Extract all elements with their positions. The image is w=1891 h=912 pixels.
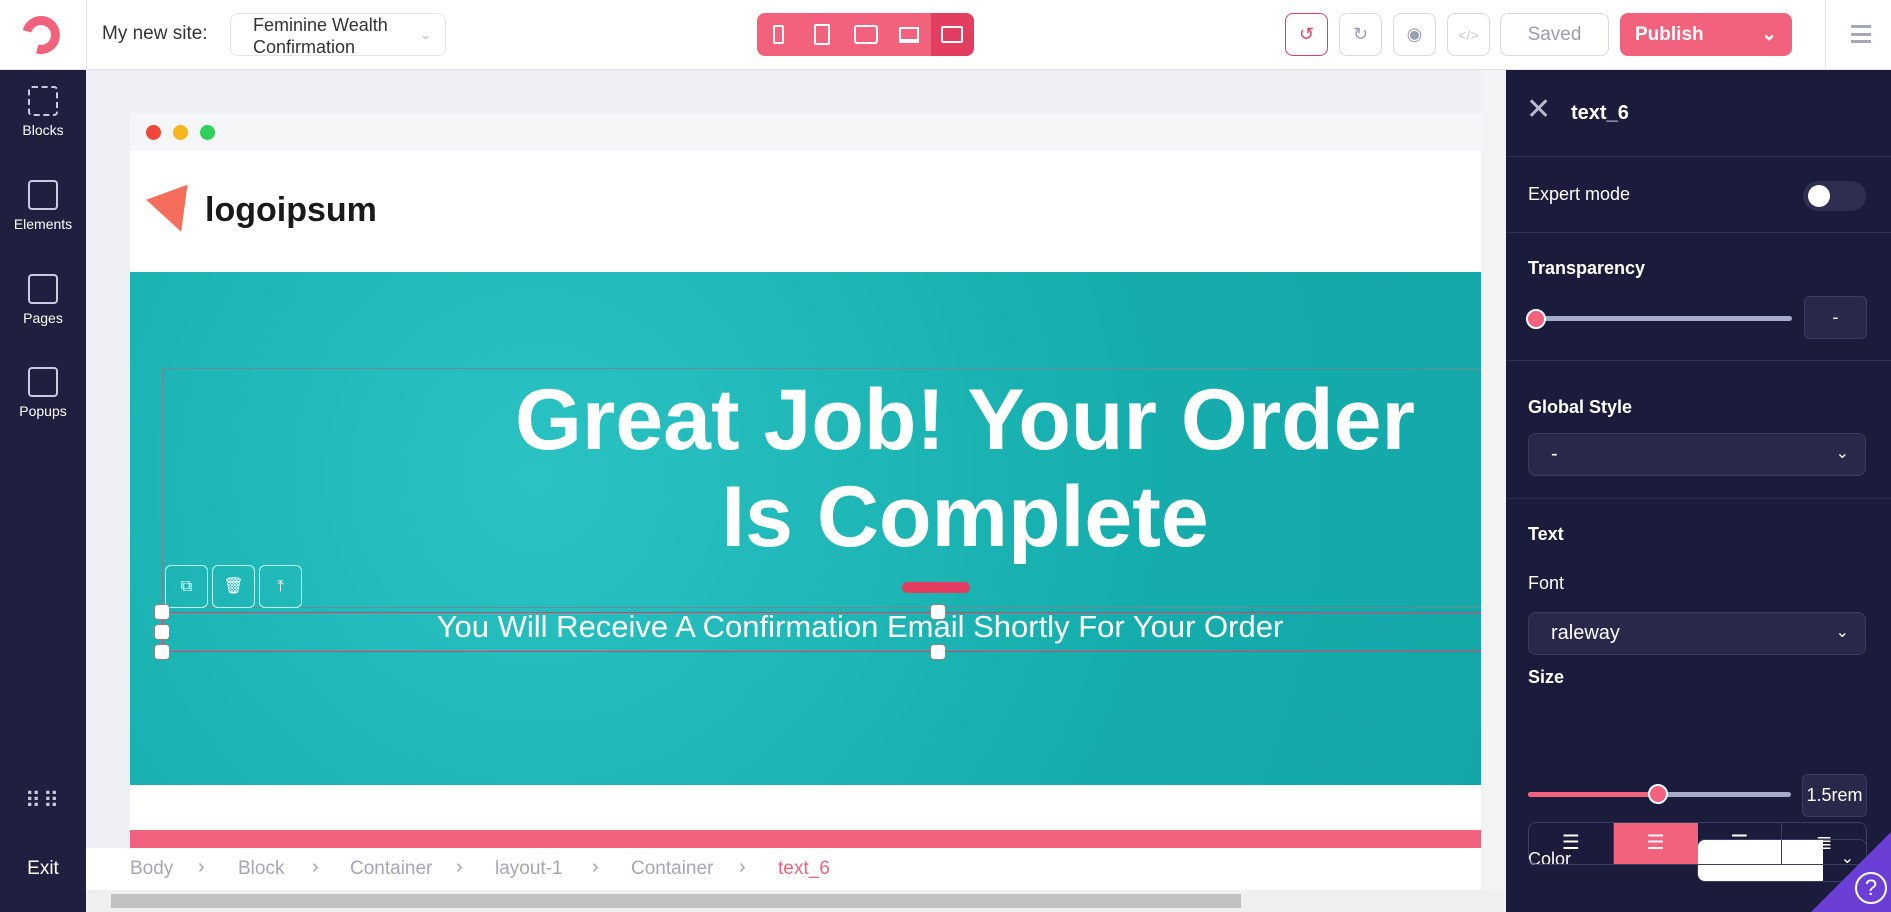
app-logo[interactable] [15,9,67,61]
resize-handle[interactable] [154,604,170,620]
eye-icon: ◉ [1406,24,1423,44]
align-center-icon: ☰ [1646,832,1665,854]
page-heading: Great Job! Your Order Is Complete [514,372,1416,565]
sidebar-item-elements[interactable]: Elements [0,180,86,232]
sidebar-item-pages[interactable]: Pages [0,274,86,326]
phone-icon [773,25,785,44]
global-style-select[interactable]: - ⌄ [1528,433,1866,476]
breadcrumb-container[interactable]: Container [350,858,432,880]
breadcrumb-block[interactable]: Block [238,858,284,880]
canvas: logoipsum Great Job! Your Order Is Compl… [86,70,1506,912]
hero-section: Great Job! Your Order Is Complete ⧉ 🗑 ⤒ … [130,272,1481,785]
undo-button[interactable]: ↺ [1285,13,1328,56]
resize-handle[interactable] [902,582,970,593]
tablet-icon [814,24,831,45]
tablet-view-button[interactable] [800,13,843,56]
pages-icon [28,274,58,304]
redo-button[interactable]: ↻ [1339,13,1382,56]
text-section-label: Text [1528,524,1564,544]
font-select[interactable]: raleway ⌄ [1528,612,1866,655]
tablet-landscape-icon [853,25,878,44]
device-switcher [757,13,974,56]
element-toolbar: ⧉ 🗑 ⤒ [165,565,302,608]
laptop-icon [898,26,919,43]
size-label: Size [1528,667,1565,687]
align-left-icon: ☰ [1561,832,1580,854]
left-sidebar: Blocks Elements Pages Popups ⠿⠿ Exit [0,70,86,912]
breadcrumb-container-2[interactable]: Container [631,858,713,880]
align-right-icon: ☰ [1730,832,1749,854]
popups-icon [28,367,58,397]
top-bar: My new site: Feminine Wealth Confirmatio… [0,0,1891,70]
mobile-view-button[interactable] [757,13,800,56]
site-select[interactable]: Feminine Wealth Confirmation ⌄ [230,13,446,56]
align-right-button[interactable]: ☰ [1698,823,1783,864]
chevron-right-icon: › [198,856,205,878]
undo-icon: ↺ [1298,24,1315,44]
expert-mode-toggle[interactable] [1803,181,1866,211]
horizontal-scrollbar[interactable] [86,890,1506,912]
subheading[interactable]: You Will Receive A Confirmation Email Sh… [130,609,1481,645]
sidebar-item-blocks[interactable]: Blocks [0,86,86,138]
browser-frame: logoipsum Great Job! Your Order Is Compl… [130,113,1481,848]
breadcrumb-layout[interactable]: layout-1 [495,858,563,880]
vertical-scrollbar[interactable] [1481,70,1506,890]
pink-divider [130,830,1481,848]
move-up-button[interactable]: ⤒ [259,565,302,608]
panel-title: text_6 [1571,102,1629,124]
menu-icon[interactable] [1851,25,1871,43]
chevron-down-icon: ⌄ [1761,24,1777,45]
window-dot-green [200,125,215,140]
chevron-right-icon: › [312,856,319,878]
code-button[interactable]: </> [1447,13,1490,56]
site-logo: logoipsum [205,191,377,229]
font-label: Font [1528,573,1565,593]
resize-handle[interactable] [154,624,170,640]
resize-handle[interactable] [930,604,946,620]
desktop-icon [941,26,964,43]
align-center-button[interactable]: ☰ [1613,823,1698,864]
slider-knob[interactable] [1648,784,1668,804]
close-icon[interactable]: ✕ [1526,92,1551,127]
site-label: My new site: [102,23,208,44]
breadcrumb-body[interactable]: Body [130,858,173,880]
chevron-down-icon: ⌄ [420,27,431,42]
chevron-right-icon: › [739,856,746,878]
laptop-view-button[interactable] [887,13,930,56]
chevron-down-icon: ⌄ [1835,445,1849,462]
transparency-slider[interactable] [1536,316,1792,321]
logo-mark-icon [146,184,202,240]
transparency-label: Transparency [1528,258,1646,278]
blocks-icon [28,86,58,116]
help-icon[interactable]: ? [1855,872,1887,904]
properties-panel: ✕ text_6 Expert mode Transparency - Glob… [1506,70,1891,912]
saved-button[interactable]: Saved [1500,13,1609,56]
sidebar-item-popups[interactable]: Popups [0,367,86,419]
chevron-right-icon: › [592,856,599,878]
window-dot-red [146,125,161,140]
apps-grid-icon[interactable]: ⠿⠿ [0,788,86,814]
delete-button[interactable]: 🗑 [212,565,255,608]
global-style-label: Global Style [1528,397,1633,417]
resize-handle[interactable] [930,644,946,660]
slider-knob[interactable] [1526,309,1546,329]
resize-handle[interactable] [154,644,170,660]
expert-mode-label: Expert mode [1528,184,1631,204]
publish-button[interactable]: Publish ⌄ [1620,13,1792,56]
chevron-down-icon: ⌄ [1835,624,1849,641]
chevron-right-icon: › [456,856,463,878]
tablet-landscape-view-button[interactable] [844,13,887,56]
elements-icon [28,180,58,210]
transparency-value[interactable]: - [1804,296,1867,339]
align-left-button[interactable]: ☰ [1529,823,1614,864]
preview-button[interactable]: ◉ [1393,13,1436,56]
window-dot-yellow [173,125,188,140]
code-icon: </> [1458,26,1479,43]
exit-button[interactable]: Exit [0,858,86,880]
size-value-input[interactable]: 1.5rem [1802,774,1867,817]
breadcrumb-current[interactable]: text_6 [778,858,830,880]
desktop-view-button[interactable] [930,13,974,56]
duplicate-button[interactable]: ⧉ [165,565,208,608]
redo-icon: ↻ [1352,24,1369,44]
